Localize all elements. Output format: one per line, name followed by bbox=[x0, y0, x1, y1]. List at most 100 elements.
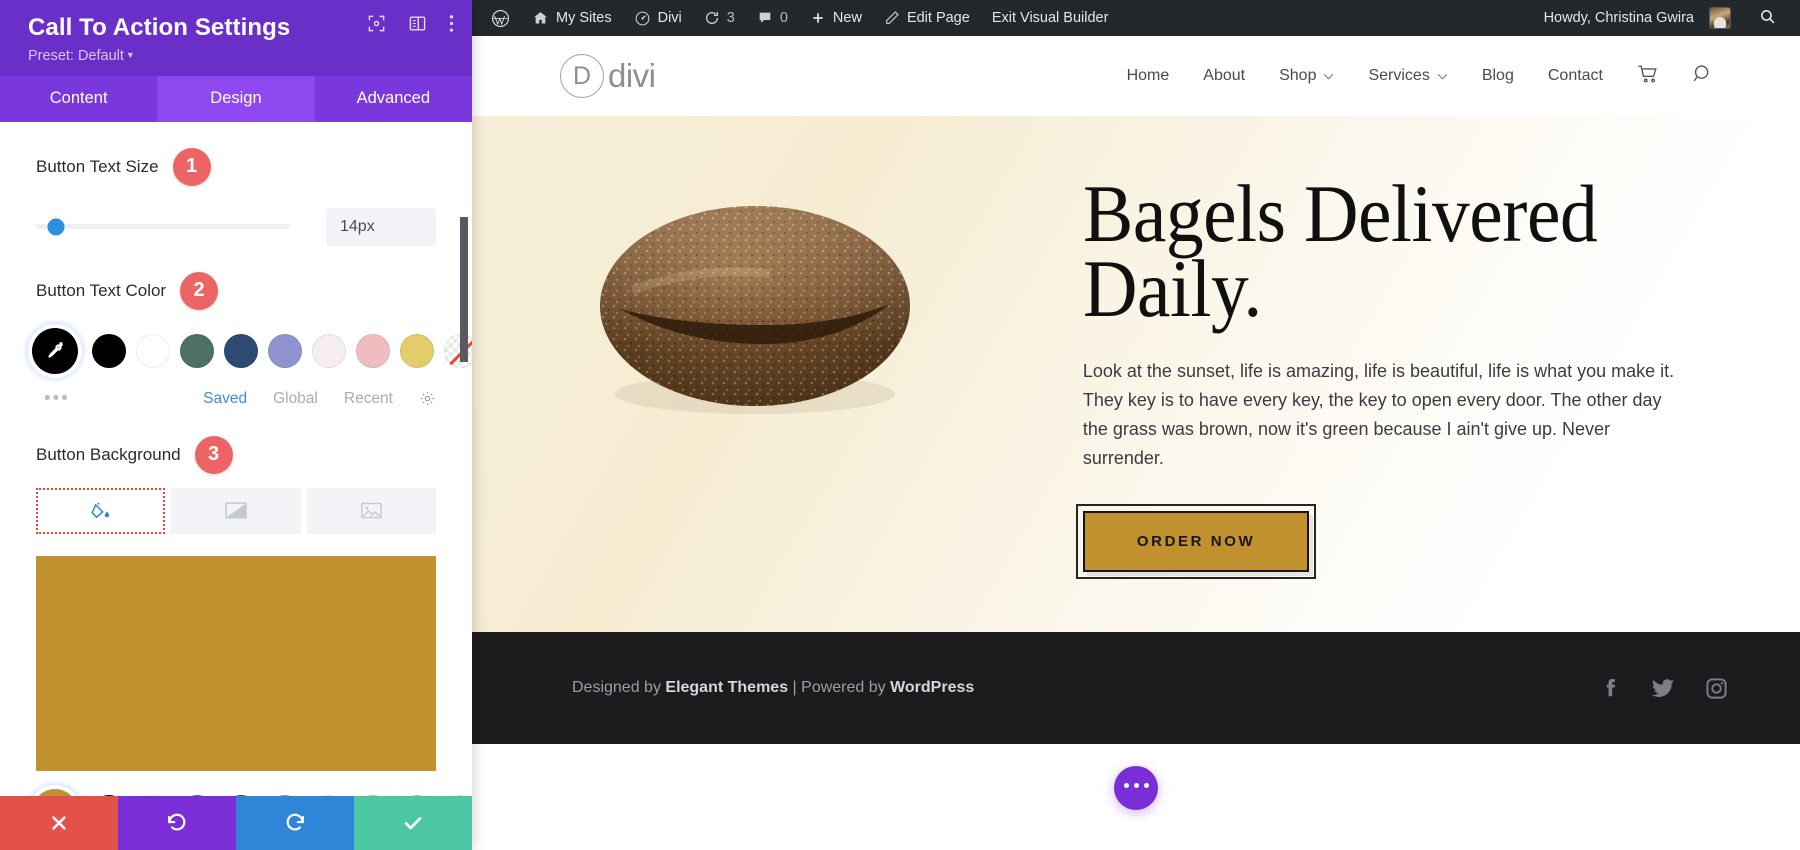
visual-builder-preview: My Sites Divi 3 0 New Edit Page Exit Vis… bbox=[472, 0, 1800, 850]
adminbar-account[interactable]: Howdy, Christina Gwira bbox=[1533, 0, 1741, 36]
hero-body-text: Look at the sunset, life is amazing, lif… bbox=[1082, 360, 1675, 469]
swatch-navy[interactable] bbox=[224, 333, 258, 368]
adminbar-edit-page[interactable]: Edit Page bbox=[873, 0, 981, 36]
step-badge-2: 2 bbox=[180, 271, 219, 310]
fullscreen-icon[interactable] bbox=[367, 14, 386, 33]
swatch-offwhite[interactable] bbox=[312, 333, 346, 368]
site-logo[interactable]: D divi bbox=[560, 54, 656, 98]
cart-button[interactable] bbox=[1620, 63, 1676, 90]
more-colors-icon[interactable]: ••• bbox=[44, 388, 70, 410]
more-options-icon bbox=[1123, 783, 1149, 788]
more-options-icon[interactable] bbox=[449, 14, 454, 33]
hero-image-column bbox=[472, 116, 1083, 632]
bg-swatch-offwhite[interactable] bbox=[312, 794, 346, 796]
bg-swatch-black[interactable] bbox=[92, 794, 126, 796]
nav-item-blog[interactable]: Blog bbox=[1465, 67, 1531, 85]
redo-button[interactable] bbox=[236, 796, 354, 850]
instagram-icon[interactable] bbox=[1705, 677, 1728, 700]
footer-brand-elegant-themes[interactable]: Elegant Themes bbox=[665, 679, 788, 696]
facebook-icon[interactable] bbox=[1599, 676, 1621, 700]
button-text-size-input[interactable]: 14px bbox=[326, 207, 436, 246]
settings-panel-header-icons bbox=[367, 14, 454, 33]
bg-swatch-gold[interactable] bbox=[400, 794, 434, 796]
adminbar-divi[interactable]: Divi bbox=[623, 0, 693, 36]
preset-selector[interactable]: Preset: Default ▼ bbox=[28, 48, 452, 64]
shopping-cart-icon bbox=[1636, 63, 1660, 90]
color-picker-active-swatch[interactable] bbox=[32, 327, 78, 374]
adminbar-new[interactable]: New bbox=[799, 0, 873, 36]
divi-menu-fab[interactable] bbox=[1114, 766, 1158, 810]
background-color-preview[interactable] bbox=[36, 555, 436, 771]
adminbar-updates[interactable]: 3 bbox=[693, 0, 746, 36]
search-icon bbox=[1759, 8, 1776, 29]
bg-swatch-green[interactable] bbox=[180, 794, 214, 796]
adminbar-my-sites-label: My Sites bbox=[556, 10, 612, 26]
footer-brand-wordpress[interactable]: WordPress bbox=[890, 679, 974, 696]
background-type-tabs bbox=[0, 474, 472, 534]
nav-label: Shop bbox=[1279, 67, 1317, 84]
nav-item-contact[interactable]: Contact bbox=[1531, 67, 1620, 85]
color-palette-tabs: Saved Global Recent bbox=[203, 390, 436, 408]
undo-icon bbox=[166, 812, 188, 834]
pencil-icon bbox=[884, 10, 900, 26]
nav-label: Services bbox=[1368, 67, 1430, 84]
twitter-icon[interactable] bbox=[1651, 676, 1675, 700]
hero-text-column: Bagels Delivered Daily. Look at the suns… bbox=[1075, 167, 1800, 580]
cancel-button[interactable] bbox=[0, 796, 118, 850]
swatch-periwinkle[interactable] bbox=[268, 333, 302, 368]
swatch-green[interactable] bbox=[180, 333, 214, 368]
bg-color-picker-active-swatch[interactable] bbox=[32, 788, 78, 796]
adminbar-exit-visual-builder[interactable]: Exit Visual Builder bbox=[981, 0, 1120, 36]
swatch-pink[interactable] bbox=[356, 333, 390, 368]
tab-design[interactable]: Design bbox=[157, 75, 315, 122]
nav-item-services[interactable]: Services bbox=[1351, 67, 1464, 85]
redo-icon bbox=[284, 812, 306, 834]
settings-panel-header: Call To Action Settings Preset: Default ▼ bbox=[0, 0, 472, 76]
adminbar-edit-page-label: Edit Page bbox=[906, 10, 970, 26]
palette-tab-global[interactable]: Global bbox=[273, 390, 318, 408]
bg-swatch-periwinkle[interactable] bbox=[268, 794, 302, 796]
panel-scrollbar-thumb[interactable] bbox=[460, 216, 468, 362]
tab-content[interactable]: Content bbox=[0, 76, 157, 122]
adminbar-howdy-label: Howdy, Christina Gwira bbox=[1543, 10, 1694, 26]
adminbar-my-sites[interactable]: My Sites bbox=[521, 0, 623, 36]
layout-toggle-icon[interactable] bbox=[408, 14, 427, 33]
adminbar-comments[interactable]: 0 bbox=[746, 0, 799, 36]
chevron-down-icon bbox=[1323, 72, 1334, 83]
bg-swatch-pink[interactable] bbox=[356, 794, 390, 796]
bg-swatch-navy[interactable] bbox=[224, 794, 258, 796]
button-text-size-slider[interactable] bbox=[36, 218, 290, 236]
sites-icon bbox=[532, 10, 549, 27]
site-search-button[interactable] bbox=[1676, 63, 1730, 90]
slider-handle[interactable] bbox=[47, 218, 65, 236]
nav-item-about[interactable]: About bbox=[1186, 67, 1262, 85]
palette-tab-saved[interactable]: Saved bbox=[203, 390, 247, 408]
button-text-size-label: Button Text Size bbox=[36, 156, 159, 176]
module-settings-panel: Call To Action Settings Preset: Default ▼ bbox=[0, 0, 472, 850]
page-title: Bagels Delivered Daily. bbox=[1082, 167, 1598, 335]
bg-type-color-fill[interactable] bbox=[36, 487, 166, 534]
undo-button[interactable] bbox=[118, 796, 236, 850]
adminbar-exit-label: Exit Visual Builder bbox=[991, 10, 1109, 26]
save-button[interactable] bbox=[354, 796, 472, 850]
nav-item-shop[interactable]: Shop bbox=[1262, 67, 1351, 85]
adminbar-search-button[interactable] bbox=[1741, 8, 1790, 29]
panel-scrollbar-track[interactable] bbox=[460, 122, 470, 796]
swatch-white[interactable] bbox=[136, 333, 170, 368]
bg-swatch-white[interactable] bbox=[136, 794, 170, 796]
adminbar-new-label: New bbox=[832, 10, 862, 26]
search-icon bbox=[1692, 63, 1714, 90]
nav-item-home[interactable]: Home bbox=[1110, 67, 1187, 85]
adminbar-wordpress-logo[interactable] bbox=[480, 0, 521, 36]
palette-tab-recent[interactable]: Recent bbox=[344, 390, 393, 408]
order-now-button[interactable]: ORDER NOW bbox=[1075, 504, 1317, 580]
gear-icon[interactable] bbox=[419, 390, 436, 407]
tab-advanced[interactable]: Advanced bbox=[315, 76, 472, 122]
button-text-color-swatches bbox=[0, 310, 472, 374]
comments-icon bbox=[757, 10, 773, 26]
bg-type-gradient[interactable] bbox=[171, 487, 301, 534]
bg-type-image[interactable] bbox=[306, 487, 436, 534]
field-label-row: Button Text Color 2 bbox=[36, 246, 436, 310]
swatch-black[interactable] bbox=[92, 333, 126, 368]
swatch-gold[interactable] bbox=[400, 333, 434, 368]
